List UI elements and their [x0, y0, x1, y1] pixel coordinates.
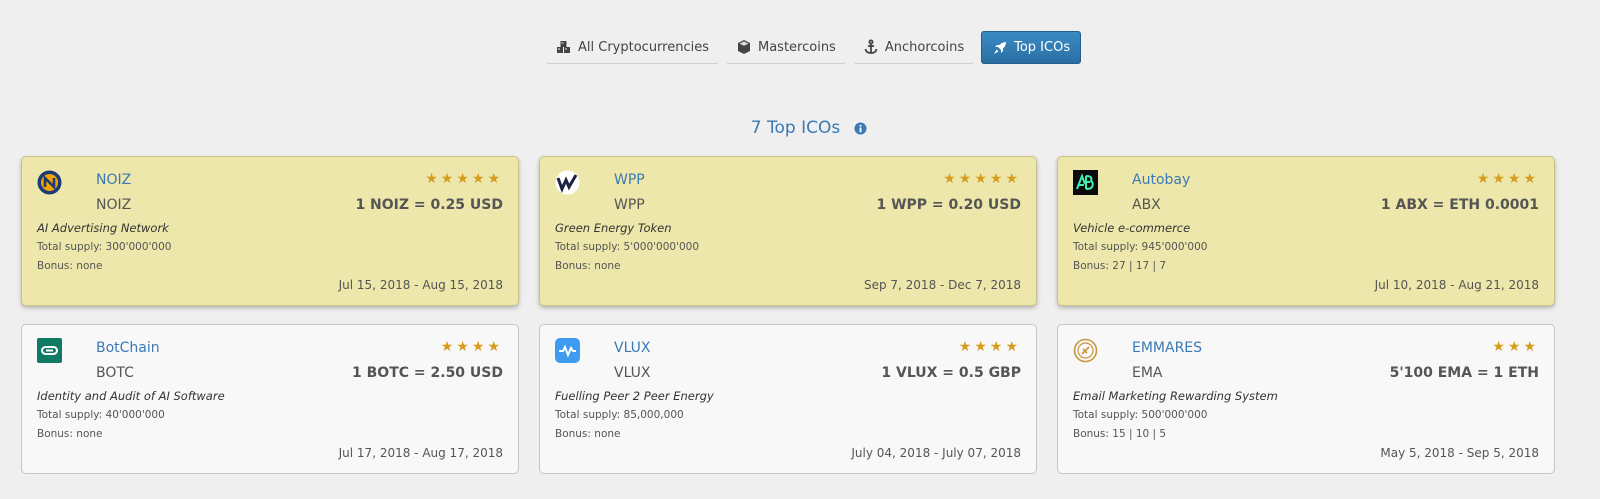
total-supply: Total supply: 945'000'000	[1073, 241, 1208, 253]
coin-name-link[interactable]: WPP	[614, 172, 645, 188]
wpp-logo-icon	[555, 170, 580, 195]
section-header: 7 Top ICOs	[0, 118, 1600, 138]
bonus-info: Bonus: none	[555, 428, 621, 440]
coin-price: 1 ABX = ETH 0.0001	[1380, 197, 1539, 213]
total-supply: Total supply: 500'000'000	[1073, 409, 1208, 421]
coin-price: 5'100 EMA = 1 ETH	[1389, 365, 1539, 381]
bonus-info: Bonus: 15 | 10 | 5	[1073, 428, 1167, 440]
tab-anchorcoins[interactable]: Anchorcoins	[852, 31, 975, 64]
ico-card[interactable]: NOIZ ★★★★★ NOIZ 1 NOIZ = 0.25 USD AI Adv…	[21, 156, 519, 306]
noiz-logo-icon	[37, 170, 62, 195]
rating-stars: ★★★★	[1476, 171, 1539, 187]
coin-description: Identity and Audit of AI Software	[37, 389, 225, 403]
coin-price: 1 VLUX = 0.5 GBP	[881, 365, 1021, 381]
tab-label: Mastercoins	[758, 39, 836, 55]
total-supply: Total supply: 40'000'000	[37, 409, 165, 421]
emmares-logo-icon	[1073, 338, 1098, 363]
tab-top-icos[interactable]: Top ICOs	[981, 31, 1082, 64]
coin-description: Vehicle e-commerce	[1073, 221, 1191, 235]
tab-label: All Cryptocurrencies	[578, 39, 709, 55]
total-supply: Total supply: 5'000'000'000	[555, 241, 700, 253]
coin-price: 1 WPP = 0.20 USD	[876, 197, 1021, 213]
tab-all-cryptocurrencies[interactable]: All Cryptocurrencies	[546, 31, 719, 64]
ico-card[interactable]: WPP ★★★★★ WPP 1 WPP = 0.20 USD Green Ene…	[539, 156, 1037, 306]
ico-dates: July 04, 2018 - July 07, 2018	[851, 446, 1021, 460]
coin-symbol: VLUX	[614, 365, 651, 381]
coin-symbol: NOIZ	[96, 197, 132, 213]
botchain-logo-icon	[37, 338, 62, 363]
ico-dates: Sep 7, 2018 - Dec 7, 2018	[863, 278, 1021, 292]
ico-card[interactable]: VLUX ★★★★ VLUX 1 VLUX = 0.5 GBP Fuelling…	[539, 324, 1037, 474]
ico-card[interactable]: Autobay ★★★★ ABX 1 ABX = ETH 0.0001 Vehi…	[1057, 156, 1555, 306]
coin-symbol: BOTC	[96, 365, 134, 381]
rating-stars: ★★★★	[958, 339, 1021, 355]
coin-symbol: EMA	[1132, 365, 1163, 381]
coin-name-link[interactable]: VLUX	[614, 340, 651, 356]
anchor-icon	[863, 39, 879, 55]
coin-name-link[interactable]: Autobay	[1132, 172, 1190, 188]
bonus-info: Bonus: none	[37, 428, 103, 440]
ico-dates: Jul 17, 2018 - Aug 17, 2018	[338, 446, 503, 460]
rocket-icon	[992, 40, 1008, 56]
ico-card[interactable]: BotChain ★★★★ BOTC 1 BOTC = 2.50 USD Ide…	[21, 324, 519, 474]
total-supply: Total supply: 85,000,000	[555, 409, 684, 421]
coin-description: Green Energy Token	[555, 221, 672, 235]
coin-name-link[interactable]: NOIZ	[96, 172, 131, 188]
coin-name-link[interactable]: EMMARES	[1132, 340, 1202, 356]
ico-card[interactable]: EMMARES ★★★ EMA 5'100 EMA = 1 ETH Email …	[1057, 324, 1555, 474]
tab-mastercoins[interactable]: Mastercoins	[726, 31, 846, 64]
coin-description: Email Marketing Rewarding System	[1073, 389, 1278, 403]
coin-symbol: ABX	[1132, 197, 1161, 213]
rating-stars: ★★★★	[440, 339, 503, 355]
coin-price: 1 NOIZ = 0.25 USD	[355, 197, 503, 213]
rating-stars: ★★★★★	[425, 171, 503, 187]
coin-description: AI Advertising Network	[37, 221, 169, 235]
rating-stars: ★★★★★	[943, 171, 1021, 187]
coin-name-link[interactable]: BotChain	[96, 340, 160, 356]
cube-icon	[736, 39, 752, 55]
vlux-logo-icon	[555, 338, 580, 363]
bonus-info: Bonus: 27 | 17 | 7	[1073, 260, 1167, 272]
autobay-logo-icon	[1073, 170, 1098, 195]
cubes-icon	[556, 39, 572, 55]
total-supply: Total supply: 300'000'000	[37, 241, 172, 253]
section-title: 7 Top ICOs	[750, 118, 841, 138]
ico-dates: Jul 10, 2018 - Aug 21, 2018	[1374, 278, 1539, 292]
ico-dates: Jul 15, 2018 - Aug 15, 2018	[338, 278, 503, 292]
tab-label: Anchorcoins	[884, 39, 965, 55]
coin-symbol: WPP	[614, 197, 645, 213]
category-tabs: All Cryptocurrencies Mastercoins Anchorc…	[546, 31, 1082, 64]
ico-dates: May 5, 2018 - Sep 5, 2018	[1380, 446, 1539, 460]
coin-description: Fuelling Peer 2 Peer Energy	[555, 389, 714, 403]
rating-stars: ★★★	[1492, 339, 1539, 355]
bonus-info: Bonus: none	[37, 260, 103, 272]
tab-label: Top ICOs	[1014, 40, 1071, 55]
bonus-info: Bonus: none	[555, 260, 621, 272]
coin-price: 1 BOTC = 2.50 USD	[352, 365, 503, 381]
info-icon[interactable]	[854, 121, 867, 135]
